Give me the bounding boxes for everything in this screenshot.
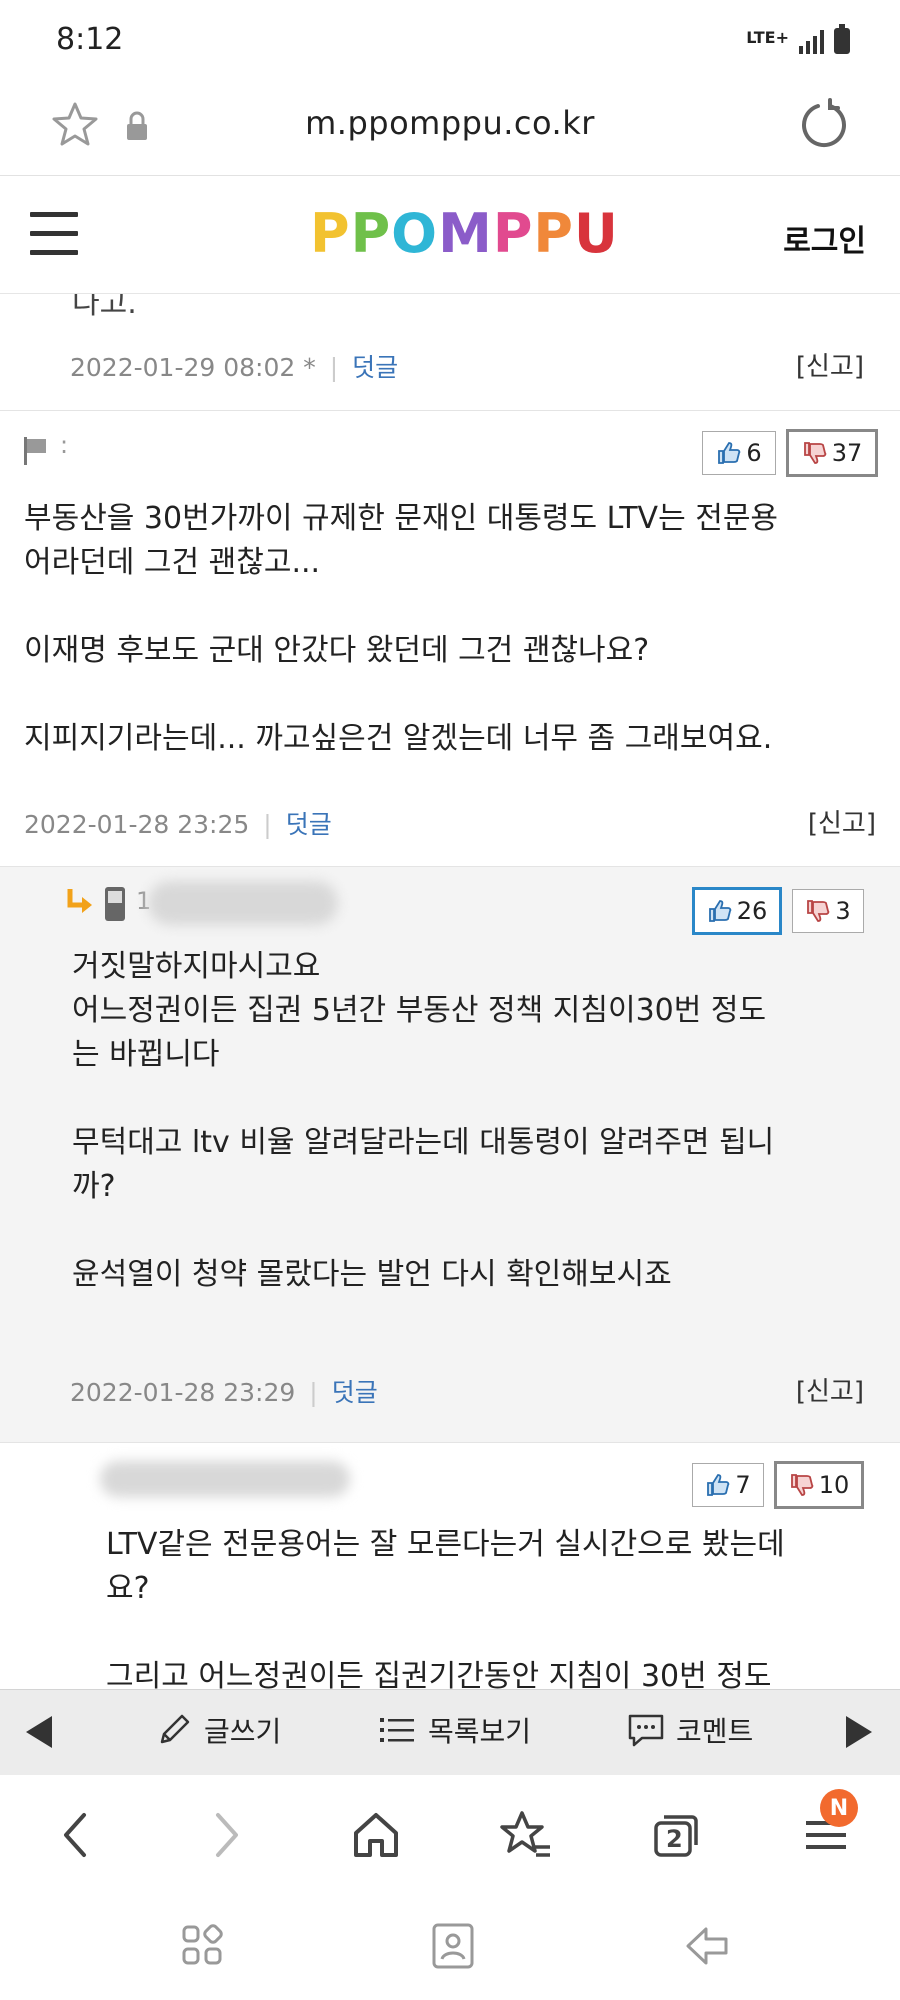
- upvote-count: 26: [736, 897, 768, 925]
- thumbs-up-icon: [708, 900, 732, 922]
- downvote-button[interactable]: 10: [774, 1461, 864, 1509]
- recent-apps-icon[interactable]: [178, 1921, 228, 1971]
- status-icons: LTE+: [746, 22, 850, 54]
- pencil-icon: [160, 1714, 190, 1744]
- back-icon[interactable]: [682, 1921, 732, 1971]
- battery-icon: [834, 24, 850, 54]
- browser-url-bar: m.ppomppu.co.kr: [0, 80, 900, 176]
- author-redacted: [100, 1461, 350, 1497]
- thumbs-up-icon: [707, 1474, 730, 1496]
- thumbs-down-icon: [790, 1474, 814, 1496]
- menu-icon[interactable]: [30, 212, 78, 256]
- author-name[interactable]: :: [60, 431, 68, 459]
- url-text[interactable]: m.ppomppu.co.kr: [0, 104, 900, 142]
- mobile-icon: [105, 887, 125, 921]
- comment-date: 2022-01-28 23:25: [24, 810, 250, 839]
- thumbs-down-icon: [807, 900, 830, 922]
- comment-text: LTV같은 전문용어는 잘 모른다는거 실시간으로 봤는데 요? 그리고 어느정…: [106, 1527, 785, 1689]
- tabs-button[interactable]: 2: [646, 1805, 706, 1865]
- comment-date: 2022-01-28 23:29: [70, 1378, 296, 1407]
- thumbs-down-icon: [803, 442, 827, 464]
- comment-date: 2022-01-29 08:02 *: [70, 353, 316, 382]
- author-level-icon: [24, 437, 46, 465]
- home-square-icon[interactable]: [428, 1921, 478, 1971]
- back-icon[interactable]: [46, 1805, 106, 1865]
- comment-item-reply: 1 26 3 거짓말하지마시고요 어느정권이든 집권 5년간 부동산 정책 지침…: [0, 866, 900, 1442]
- comment-label: 코멘트: [676, 1715, 754, 1748]
- site-logo[interactable]: PPOMPPU: [309, 201, 619, 266]
- chat-icon: [628, 1714, 664, 1747]
- comment-meta: 2022-01-28 23:25 | 덧글: [24, 810, 332, 839]
- board-nav: 글쓰기 목록보기 코멘트: [0, 1689, 900, 1775]
- forward-icon[interactable]: [196, 1805, 256, 1865]
- reload-icon[interactable]: [796, 98, 852, 154]
- comment-list: 다고. 2022-01-29 08:02 * | 덧글 [신고] : 6 37 부동…: [0, 294, 900, 1689]
- upvote-button[interactable]: 7: [692, 1463, 764, 1507]
- upvote-button[interactable]: 6: [702, 431, 776, 475]
- report-link[interactable]: [신고]: [808, 803, 876, 840]
- comment-meta: 2022-01-28 23:29 | 덧글: [70, 1378, 378, 1407]
- author-redacted: [148, 881, 338, 925]
- reply-link[interactable]: 덧글: [286, 810, 332, 839]
- thumbs-up-icon: [718, 442, 741, 464]
- write-button[interactable]: 글쓰기: [154, 1710, 281, 1750]
- upvote-count: 7: [735, 1471, 751, 1499]
- list-icon: [380, 1718, 414, 1742]
- report-link[interactable]: [신고]: [796, 1371, 864, 1408]
- site-header: PPOMPPU 로그인: [0, 176, 900, 294]
- comment-text: 부동산을 30번가까이 규제한 문재인 대통령도 LTV는 전문용 어라던데 그…: [24, 501, 779, 756]
- downvote-button[interactable]: 37: [786, 429, 878, 477]
- list-label: 목록보기: [428, 1715, 532, 1748]
- downvote-count: 37: [831, 439, 863, 467]
- downvote-button[interactable]: 3: [792, 889, 864, 933]
- downvote-count: 10: [818, 1471, 850, 1499]
- comment-meta: 2022-01-29 08:02 * | 덧글: [70, 353, 399, 382]
- comment-button[interactable]: 코멘트: [626, 1710, 753, 1750]
- upvote-count: 6: [746, 439, 762, 467]
- comment-text: 거짓말하지마시고요 어느정권이든 집권 5년간 부동산 정책 지침이30번 정도…: [72, 949, 775, 1292]
- browser-toolbar: 2 N: [0, 1775, 900, 1895]
- next-post-button[interactable]: [846, 1716, 872, 1748]
- downvote-count: 3: [835, 897, 851, 925]
- network-type: LTE+: [746, 28, 789, 47]
- upvote-button[interactable]: 26: [692, 887, 782, 935]
- signal-icon: [799, 30, 824, 54]
- prev-post-button[interactable]: [26, 1716, 52, 1748]
- login-button[interactable]: 로그인: [783, 216, 866, 260]
- report-link[interactable]: [신고]: [796, 346, 864, 383]
- comment-item: : 6 37 부동산을 30번가까이 규제한 문재인 대통령도 LTV는 전문용…: [0, 410, 900, 866]
- previous-comment-tail: 다고.: [72, 294, 137, 321]
- bookmarks-icon[interactable]: [496, 1805, 556, 1865]
- home-icon[interactable]: [346, 1805, 406, 1865]
- status-bar: 8:12 LTE+: [0, 0, 900, 80]
- reply-arrow-icon: [67, 889, 92, 913]
- list-button[interactable]: 목록보기: [378, 1710, 531, 1750]
- comment-item-reply: 7 10 LTV같은 전문용어는 잘 모른다는거 실시간으로 봤는데 요? 그리…: [0, 1442, 900, 1689]
- status-time: 8:12: [56, 22, 124, 57]
- notification-badge: N: [820, 1789, 858, 1827]
- reply-link[interactable]: 덧글: [332, 1378, 378, 1407]
- tab-count: 2: [666, 1825, 683, 1853]
- reply-link[interactable]: 덧글: [352, 353, 398, 382]
- write-label: 글쓰기: [204, 1715, 282, 1748]
- system-navigation: [0, 1895, 900, 2000]
